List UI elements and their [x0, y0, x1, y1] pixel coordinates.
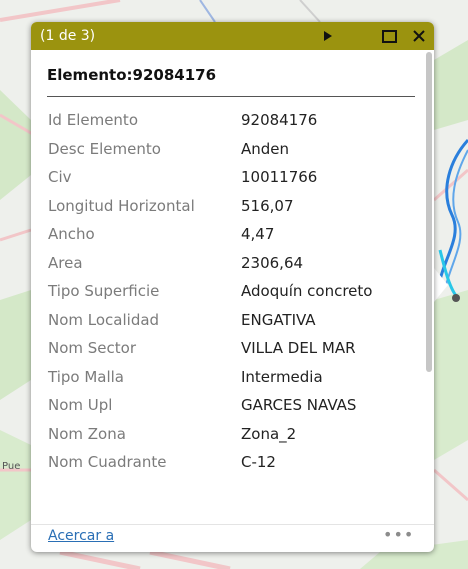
attribute-value: 4,47 [241, 225, 275, 243]
zoom-to-link[interactable]: Acercar a [48, 528, 114, 544]
maximize-icon [381, 29, 397, 43]
selected-point [452, 294, 460, 302]
attribute-row: Civ 10011766 [31, 161, 424, 190]
attribute-value: Intermedia [241, 367, 323, 386]
attribute-row: Desc Elemento Anden [31, 133, 424, 162]
map-place-label: Pue [2, 461, 21, 472]
attribute-value: Anden [241, 139, 290, 158]
attribute-label: Ancho [48, 225, 95, 243]
play-icon [324, 31, 332, 41]
close-button[interactable] [408, 22, 430, 50]
attribute-value: Adoquín concreto [241, 282, 373, 300]
attribute-row: Tipo Superficie Adoquín concreto [31, 275, 424, 304]
attribute-label: Longitud Horizontal [48, 196, 195, 215]
attribute-row: Nom Localidad ENGATIVA [31, 304, 424, 333]
attribute-value: GARCES NAVAS [241, 396, 357, 414]
attribute-row: Ancho 4,47 [31, 218, 424, 247]
attribute-value: Zona_2 [241, 424, 297, 443]
feature-pager: (1 de 3) [40, 28, 96, 44]
popup-titlebar: (1 de 3) [31, 22, 434, 50]
attribute-label: Desc Elemento [48, 139, 161, 158]
attribute-row: Longitud Horizontal 516,07 [31, 190, 424, 219]
attribute-label: Nom Cuadrante [48, 453, 167, 471]
close-icon [413, 30, 425, 42]
popup-scrollbar[interactable] [426, 52, 432, 522]
next-feature-button[interactable] [318, 22, 338, 50]
attribute-value: C-12 [241, 453, 276, 471]
attribute-row: Nom Zona Zona_2 [31, 418, 424, 447]
attribute-label: Id Elemento [48, 111, 138, 129]
attribute-row: Nom Sector VILLA DEL MAR [31, 332, 424, 361]
attribute-row: Nom Cuadrante C-12 [31, 446, 424, 475]
attribute-value: 2306,64 [241, 253, 304, 272]
attribute-label: Tipo Malla [48, 367, 124, 386]
attribute-label: Nom Upl [48, 396, 113, 414]
more-options-button[interactable]: ••• [383, 525, 413, 547]
attribute-popup: (1 de 3) Elemento:92084176 Id Elemento 92… [31, 22, 434, 552]
attribute-value: VILLA DEL MAR [241, 339, 356, 357]
attribute-row: Nom Upl GARCES NAVAS [31, 389, 424, 418]
attribute-value: 92084176 [241, 111, 318, 129]
popup-title: Elemento:92084176 [47, 66, 217, 84]
maximize-button[interactable] [378, 22, 400, 50]
attribute-label: Tipo Superficie [48, 282, 160, 300]
scrollbar-thumb[interactable] [426, 52, 432, 372]
attribute-table: Id Elemento 92084176 Desc Elemento Anden C… [31, 104, 424, 475]
park-area [434, 290, 468, 460]
attribute-label: Nom Localidad [48, 310, 160, 329]
attribute-value: ENGATIVA [241, 310, 316, 329]
footer-divider [31, 524, 434, 525]
attribute-row: Id Elemento 92084176 [31, 104, 424, 133]
attribute-label: Area [48, 253, 83, 272]
attribute-row: Area 2306,64 [31, 247, 424, 276]
attribute-value: 516,07 [241, 196, 294, 215]
popup-pointer [434, 268, 448, 302]
title-divider [47, 96, 415, 97]
attribute-label: Nom Zona [48, 424, 126, 443]
attribute-value: 10011766 [241, 168, 318, 186]
attribute-label: Civ [48, 168, 72, 186]
attribute-row: Tipo Malla Intermedia [31, 361, 424, 390]
attribute-label: Nom Sector [48, 339, 137, 357]
